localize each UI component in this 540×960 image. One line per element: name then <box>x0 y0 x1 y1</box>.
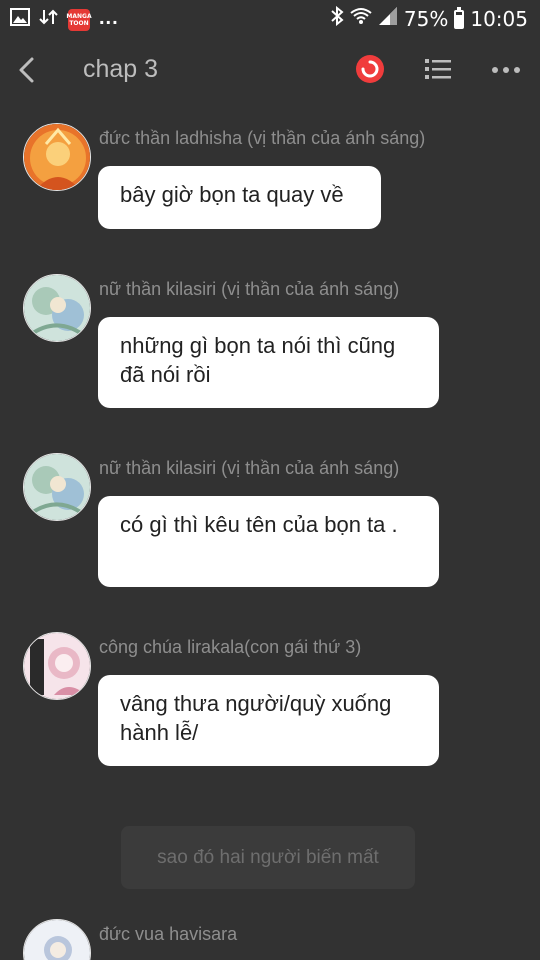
character-avatar-image <box>24 124 90 190</box>
avatar[interactable] <box>23 123 91 191</box>
battery-percent: 75% <box>403 7 449 31</box>
mangatoon-app-icon: MANGA TOON <box>66 9 92 31</box>
data-transfer-icon <box>39 7 59 33</box>
more-options-button[interactable] <box>490 58 522 82</box>
message-bubble[interactable]: những gì bọn ta nói thì cũng đã nói rồi <box>98 317 439 408</box>
message-text: bây giờ bọn ta quay về <box>120 182 344 207</box>
character-avatar-image <box>24 633 90 699</box>
more-notifications-indicator: ... <box>99 6 119 29</box>
message-text: có gì thì kêu tên của bọn ta . <box>120 512 398 537</box>
sender-name: đức vua havisara <box>99 924 238 944</box>
gallery-notification-icon <box>10 8 30 32</box>
battery-icon <box>454 6 465 29</box>
message-bubble[interactable]: vâng thưa người/quỳ xuống hành lễ/ <box>98 675 439 766</box>
signal-icon <box>378 6 398 32</box>
bluetooth-icon <box>330 5 344 32</box>
status-bar: MANGA TOON ... 75% 10:05 <box>0 0 540 38</box>
status-bar-right: 75% 10:05 <box>330 5 528 32</box>
status-bar-left: MANGA TOON ... <box>10 7 119 33</box>
narration-text: sao đó hai người biến mất <box>157 846 379 868</box>
sender-name: nữ thần kilasiri (vị thần của ánh sáng) <box>99 279 400 299</box>
record-icon <box>356 55 384 83</box>
avatar[interactable] <box>23 274 91 342</box>
message-text: những gì bọn ta nói thì cũng đã nói rồi <box>120 333 396 387</box>
sender-name: nữ thần kilasiri (vị thần của ánh sáng) <box>99 458 400 478</box>
message-text: vâng thưa người/quỳ xuống hành lễ/ <box>120 691 392 745</box>
character-avatar-image <box>24 275 90 341</box>
chapter-header: chap 3 <box>0 38 540 102</box>
chevron-left-icon <box>19 57 34 83</box>
chat-screen: MANGA TOON ... 75% 10:05 chap 3 đức thần… <box>0 0 540 960</box>
wifi-icon <box>350 6 372 32</box>
back-button[interactable] <box>10 50 42 90</box>
character-avatar-image <box>24 454 90 520</box>
avatar[interactable] <box>23 632 91 700</box>
chapter-list-button[interactable] <box>424 55 452 83</box>
character-avatar-image <box>24 920 90 960</box>
message-bubble[interactable]: có gì thì kêu tên của bọn ta . <box>98 496 439 587</box>
narration-message: sao đó hai người biến mất <box>121 826 415 889</box>
sender-name: công chúa lirakala(con gái thứ 3) <box>99 637 362 657</box>
message-bubble[interactable]: bây giờ bọn ta quay về <box>98 166 381 229</box>
avatar[interactable] <box>23 919 91 960</box>
list-icon <box>425 59 451 79</box>
avatar[interactable] <box>23 453 91 521</box>
sender-name: đức thần ladhisha (vị thần của ánh sáng) <box>99 128 426 148</box>
record-button[interactable] <box>355 54 385 84</box>
page-title: chap 3 <box>83 55 159 83</box>
more-dots-icon <box>492 67 520 73</box>
clock: 10:05 <box>470 7 528 31</box>
